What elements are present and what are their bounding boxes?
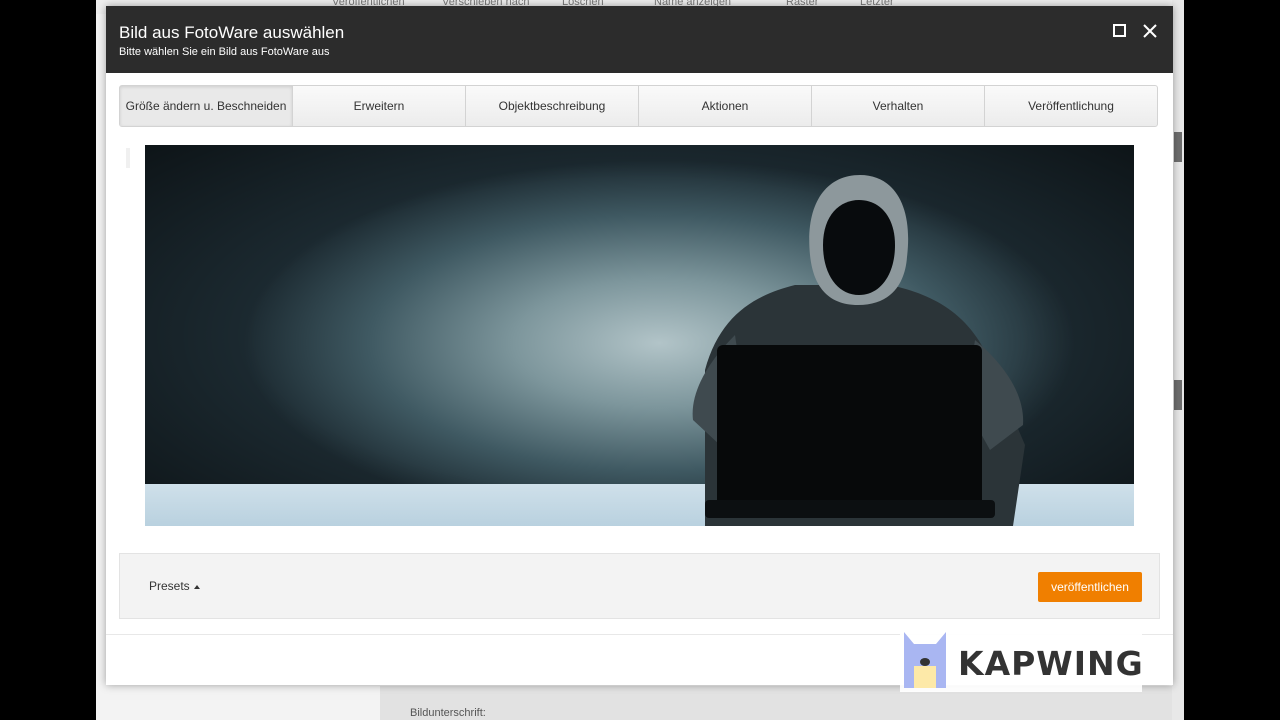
background-caption-label: Bildunterschrift: (410, 707, 486, 719)
background-scrollbar[interactable] (1172, 0, 1184, 720)
crop-handle[interactable] (126, 148, 130, 168)
kapwing-watermark: KAPWING (900, 626, 1144, 692)
caret-up-icon (193, 584, 200, 589)
maximize-button[interactable] (1111, 22, 1129, 40)
tab-bar: Größe ändern u. Beschneiden Erweitern Ob… (119, 85, 1158, 127)
dialog-subtitle: Bitte wählen Sie ein Bild aus FotoWare a… (119, 46, 330, 58)
tab-extend[interactable]: Erweitern (292, 86, 465, 126)
kapwing-logo-icon (904, 632, 946, 688)
tab-behavior[interactable]: Verhalten (811, 86, 984, 126)
scrollbar-thumb[interactable] (1174, 380, 1182, 410)
hacker-figure (692, 175, 1025, 526)
watermark-text: KAPWING (958, 644, 1144, 683)
close-icon (1143, 24, 1157, 38)
dialog-header: Bild aus FotoWare auswählen Bitte wählen… (106, 6, 1173, 73)
maximize-icon (1113, 24, 1126, 37)
tab-object-description[interactable]: Objektbeschreibung (465, 86, 638, 126)
fotoware-dialog: Bild aus FotoWare auswählen Bitte wählen… (106, 6, 1173, 685)
footer-bar: Presets veröffentlichen (119, 553, 1160, 619)
publish-button[interactable]: veröffentlichen (1038, 572, 1142, 602)
tab-resize-crop[interactable]: Größe ändern u. Beschneiden (120, 86, 292, 126)
dialog-title: Bild aus FotoWare auswählen (119, 23, 345, 42)
tab-publication[interactable]: Veröffentlichung (984, 86, 1157, 126)
presets-dropdown[interactable]: Presets (149, 579, 200, 593)
tab-actions[interactable]: Aktionen (638, 86, 811, 126)
presets-label: Presets (149, 579, 190, 593)
selected-image[interactable] (145, 145, 1134, 526)
close-button[interactable] (1141, 22, 1159, 40)
scrollbar-thumb[interactable] (1174, 132, 1182, 162)
